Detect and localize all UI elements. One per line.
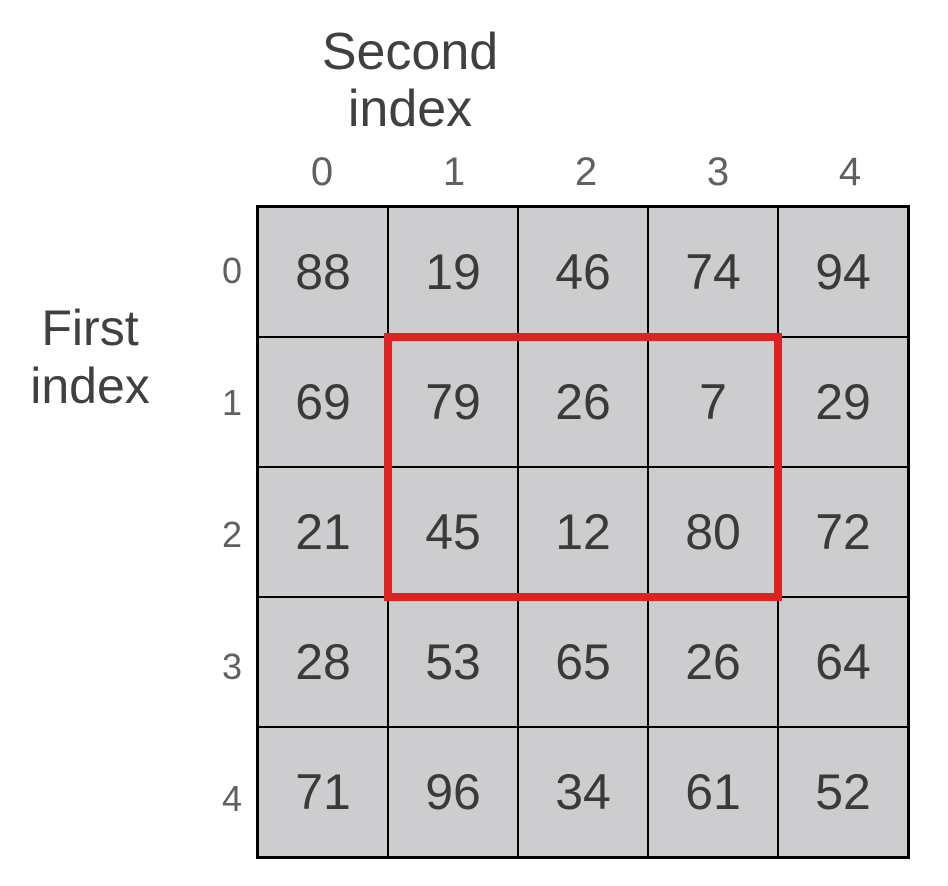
col-header-2: 2 bbox=[520, 150, 652, 195]
cell-3-0: 28 bbox=[258, 597, 388, 727]
col-header-0: 0 bbox=[256, 150, 388, 195]
column-headers: 0 1 2 3 4 bbox=[256, 150, 916, 195]
cell-2-2: 12 bbox=[518, 467, 648, 597]
cell-2-4: 72 bbox=[778, 467, 908, 597]
cell-0-1: 19 bbox=[388, 207, 518, 337]
matrix-grid: 88 19 46 74 94 69 79 26 7 29 21 45 12 80… bbox=[256, 205, 910, 859]
cell-3-4: 64 bbox=[778, 597, 908, 727]
cell-2-1: 45 bbox=[388, 467, 518, 597]
cell-4-1: 96 bbox=[388, 727, 518, 857]
second-index-line2: index bbox=[348, 80, 472, 138]
cell-3-1: 53 bbox=[388, 597, 518, 727]
row-header-4: 4 bbox=[200, 733, 250, 865]
col-header-3: 3 bbox=[652, 150, 784, 195]
cell-1-4: 29 bbox=[778, 337, 908, 467]
cell-2-3: 80 bbox=[648, 467, 778, 597]
cell-3-2: 65 bbox=[518, 597, 648, 727]
grid-row-2: 21 45 12 80 72 bbox=[258, 467, 908, 597]
row-header-0: 0 bbox=[200, 205, 250, 337]
cell-0-4: 94 bbox=[778, 207, 908, 337]
col-header-4: 4 bbox=[784, 150, 916, 195]
grid-row-3: 28 53 65 26 64 bbox=[258, 597, 908, 727]
cell-2-0: 21 bbox=[258, 467, 388, 597]
grid-row-1: 69 79 26 7 29 bbox=[258, 337, 908, 467]
row-header-3: 3 bbox=[200, 601, 250, 733]
cell-4-0: 71 bbox=[258, 727, 388, 857]
cell-1-0: 69 bbox=[258, 337, 388, 467]
first-index-line2: index bbox=[30, 358, 150, 414]
cell-0-2: 46 bbox=[518, 207, 648, 337]
cell-1-1: 79 bbox=[388, 337, 518, 467]
row-headers: 0 1 2 3 4 bbox=[200, 205, 250, 865]
cell-0-3: 74 bbox=[648, 207, 778, 337]
first-index-label: First index bbox=[0, 300, 180, 415]
row-header-2: 2 bbox=[200, 469, 250, 601]
first-index-line1: First bbox=[41, 300, 138, 356]
row-header-1: 1 bbox=[200, 337, 250, 469]
cell-4-2: 34 bbox=[518, 727, 648, 857]
cell-3-3: 26 bbox=[648, 597, 778, 727]
diagram-container: Second index First index 0 1 2 3 4 0 1 2… bbox=[0, 0, 948, 886]
grid-row-4: 71 96 34 61 52 bbox=[258, 727, 908, 857]
cell-1-2: 26 bbox=[518, 337, 648, 467]
cell-4-4: 52 bbox=[778, 727, 908, 857]
cell-4-3: 61 bbox=[648, 727, 778, 857]
cell-0-0: 88 bbox=[258, 207, 388, 337]
col-header-1: 1 bbox=[388, 150, 520, 195]
cell-1-3: 7 bbox=[648, 337, 778, 467]
second-index-line1: Second bbox=[322, 23, 498, 81]
grid-row-0: 88 19 46 74 94 bbox=[258, 207, 908, 337]
second-index-label: Second index bbox=[260, 24, 560, 138]
